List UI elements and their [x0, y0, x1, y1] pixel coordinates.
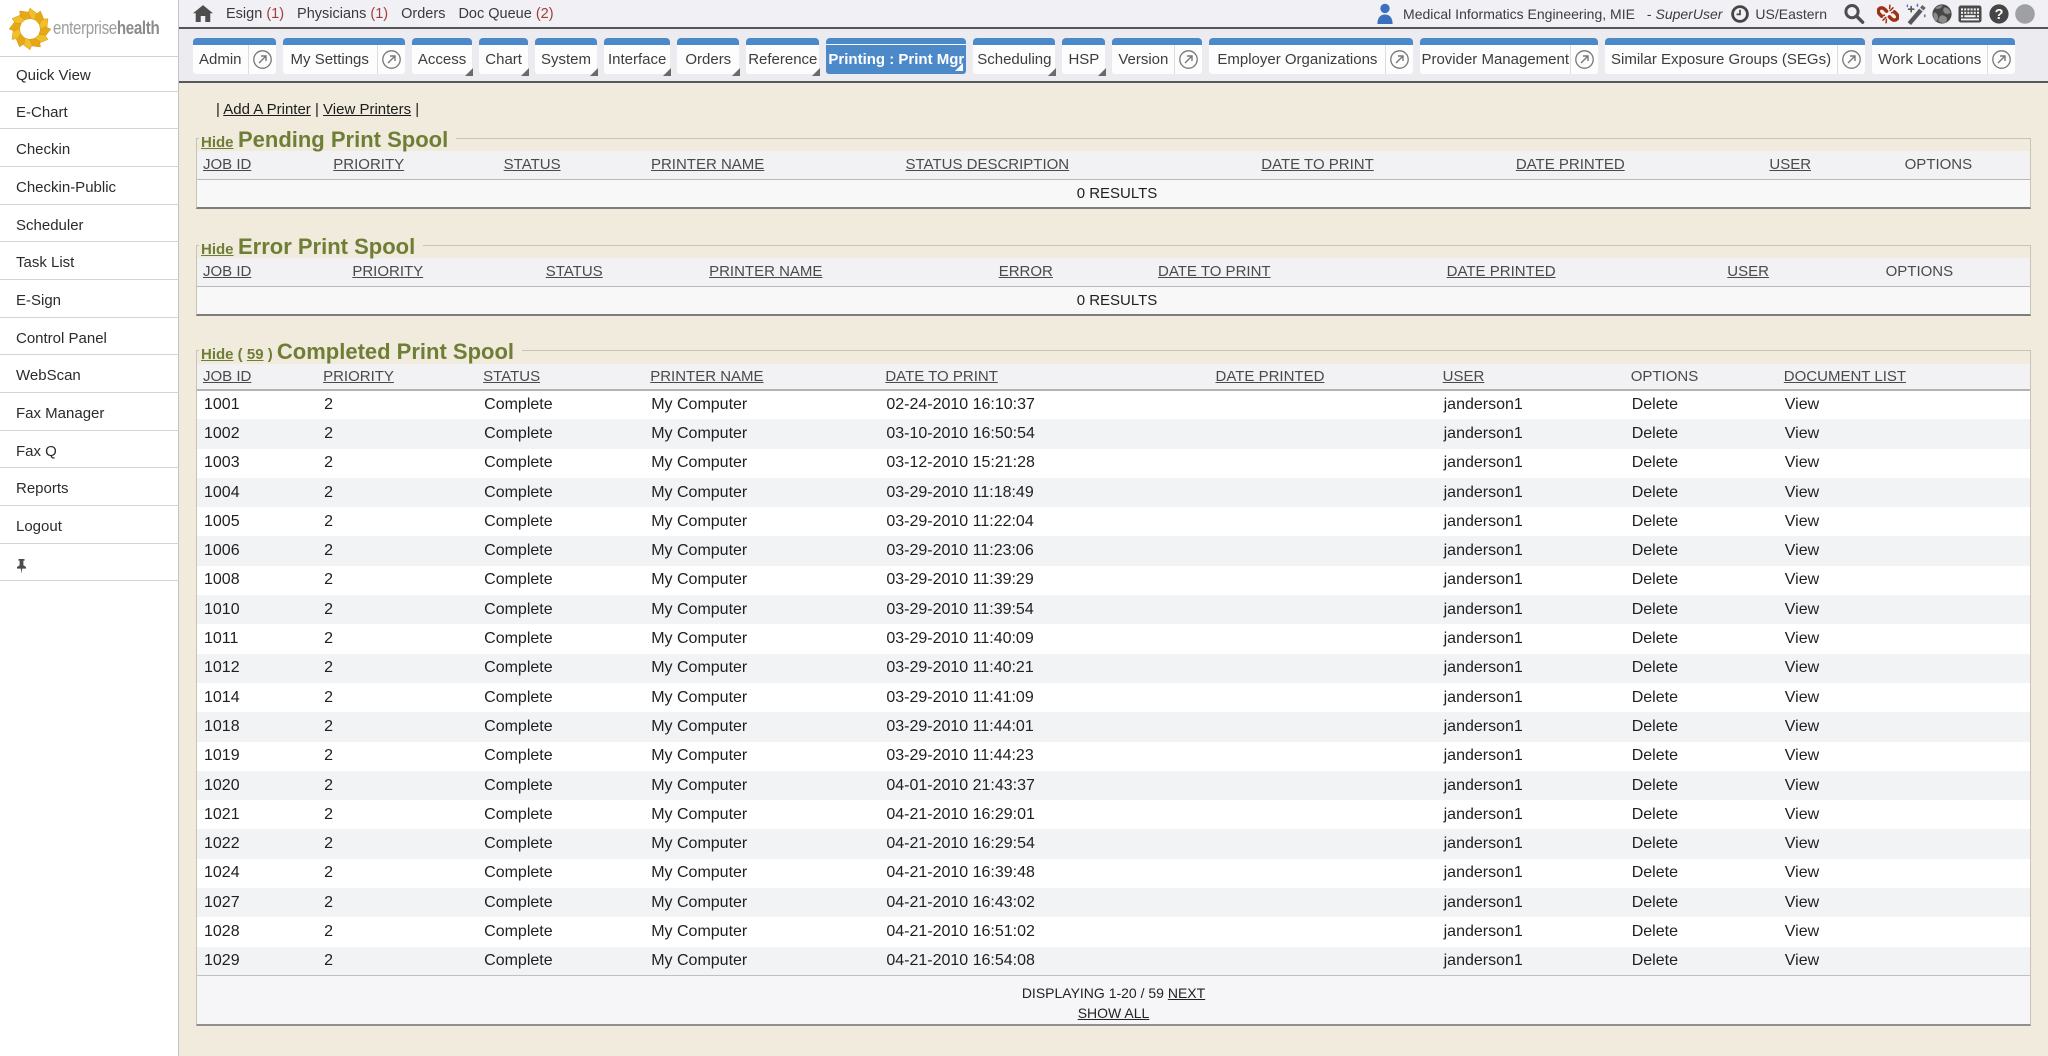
svg-text:?: ? [1995, 7, 2004, 23]
